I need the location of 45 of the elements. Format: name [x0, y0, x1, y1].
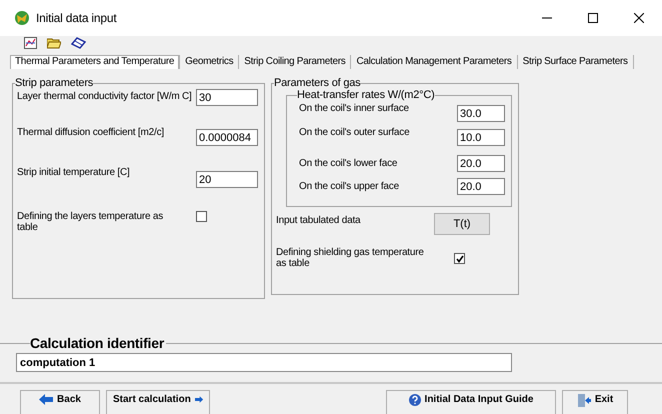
tab[interactable]: Geometrics: [180, 54, 240, 69]
door-icon: [576, 394, 591, 407]
tabulated-data-button[interactable]: T(t): [434, 213, 490, 235]
help-button[interactable]: Initial Data Input Guide: [386, 390, 556, 414]
field-label: On the coil's outer surface: [299, 126, 410, 138]
input-field[interactable]: 0.0000084: [196, 129, 258, 146]
chart-icon[interactable]: [24, 37, 37, 50]
tab[interactable]: Strip Surface Parameters: [518, 54, 634, 69]
arrow-right-icon: [194, 394, 203, 405]
field-label: On the coil's inner surface: [299, 102, 410, 114]
checkbox[interactable]: [196, 211, 207, 222]
field-label: Layer thermal conductivity factor [W/m C]: [17, 90, 193, 102]
maximize-icon: [588, 13, 598, 23]
tab[interactable]: Calculation Management Parameters: [351, 54, 518, 69]
group-title: Parameters of gas: [274, 77, 360, 89]
tab[interactable]: Thermal Parameters and Temperature: [10, 54, 180, 69]
field-label: Input tabulated data: [276, 214, 362, 226]
field-label: On the coil's lower face: [299, 157, 398, 169]
field-label: Strip initial temperature [C]: [17, 166, 131, 178]
arrow-left-icon: [39, 394, 54, 405]
input-field[interactable]: 30: [196, 89, 258, 106]
back-button[interactable]: Back: [20, 390, 100, 414]
input-field[interactable]: 20.0: [457, 155, 505, 172]
checkbox-label: Defining the layers temperature as table: [17, 210, 164, 233]
help-icon: [408, 394, 421, 406]
group-title: Heat-transfer rates W/(m2°C): [297, 89, 435, 101]
exit-button[interactable]: Exit: [562, 390, 628, 414]
field-label: Thermal diffusion coefficient [m2/c]: [17, 126, 165, 138]
input-field[interactable]: 20.0: [457, 178, 505, 195]
group-title: Strip parameters: [15, 77, 94, 89]
checkbox-label: Defining shielding gas temperature as table: [276, 246, 425, 269]
input-field[interactable]: 10.0: [457, 129, 505, 146]
section-title: Calculation identifier: [30, 335, 166, 351]
start-button[interactable]: Start calculation: [106, 390, 210, 414]
window-title: Initial data input: [36, 11, 118, 25]
input-field[interactable]: 30.0: [457, 105, 505, 122]
close-icon: [634, 13, 644, 23]
eraser-icon[interactable]: [71, 37, 86, 50]
app-logo-icon: [14, 10, 30, 26]
input-field[interactable]: 20: [196, 171, 258, 188]
tab[interactable]: Strip Coiling Parameters: [239, 54, 352, 69]
field-label: On the coil's upper face: [299, 180, 400, 192]
checkbox[interactable]: [454, 253, 465, 264]
calculation-identifier-field[interactable]: computation 1: [16, 353, 512, 372]
folder-icon[interactable]: [47, 38, 61, 49]
